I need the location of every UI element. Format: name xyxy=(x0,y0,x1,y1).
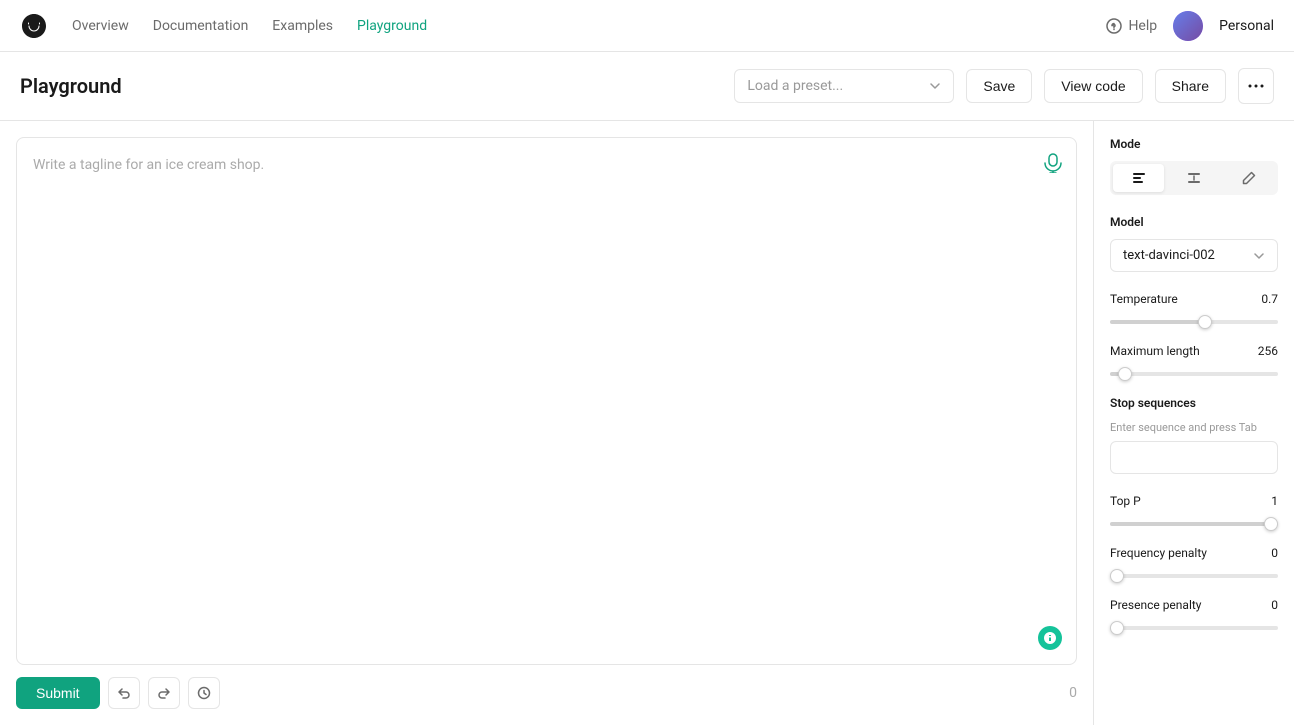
mode-complete-button[interactable] xyxy=(1113,164,1164,192)
stop-sequences-input[interactable] xyxy=(1110,441,1278,474)
frequency-penalty-slider[interactable] xyxy=(1110,574,1278,578)
top-p-value: 1 xyxy=(1271,494,1278,508)
main-content: Write a tagline for an ice cream shop. S… xyxy=(0,121,1294,725)
editor-footer: Submit 0 xyxy=(16,665,1077,709)
preset-placeholder: Load a preset... xyxy=(747,78,843,94)
nav-examples[interactable]: Examples xyxy=(272,18,333,34)
redo-button[interactable] xyxy=(148,677,180,709)
editor-placeholder: Write a tagline for an ice cream shop. xyxy=(33,157,264,173)
mode-label: Mode xyxy=(1110,137,1278,151)
page-title: Playground xyxy=(20,74,722,98)
max-length-label: Maximum length xyxy=(1110,344,1200,358)
stop-sequences-label: Stop sequences xyxy=(1110,396,1278,410)
save-button[interactable]: Save xyxy=(966,69,1032,103)
frequency-penalty-value: 0 xyxy=(1271,546,1278,560)
top-nav: Overview Documentation Examples Playgrou… xyxy=(0,0,1294,52)
mode-insert-button[interactable] xyxy=(1168,164,1219,192)
submit-button[interactable]: Submit xyxy=(16,677,100,709)
page-header: Playground Load a preset... Save View co… xyxy=(0,52,1294,121)
editor-area: Write a tagline for an ice cream shop. S… xyxy=(0,121,1094,725)
model-section: Model text-davinci-002 xyxy=(1110,215,1278,272)
preset-dropdown[interactable]: Load a preset... xyxy=(734,69,954,103)
model-dropdown[interactable]: text-davinci-002 xyxy=(1110,239,1278,272)
help-button[interactable]: Help xyxy=(1106,18,1157,34)
user-avatar[interactable] xyxy=(1173,11,1203,41)
stop-sequences-hint: Enter sequence and press Tab xyxy=(1110,420,1278,435)
nav-overview[interactable]: Overview xyxy=(72,18,129,34)
temperature-value: 0.7 xyxy=(1261,292,1278,306)
nav-playground[interactable]: Playground xyxy=(357,18,427,34)
help-label: Help xyxy=(1128,18,1157,34)
text-editor[interactable]: Write a tagline for an ice cream shop. xyxy=(16,137,1077,665)
frequency-penalty-section: Frequency penalty 0 xyxy=(1110,546,1278,582)
temperature-label: Temperature xyxy=(1110,292,1178,306)
account-label[interactable]: Personal xyxy=(1219,18,1274,34)
sidebar: Mode xyxy=(1094,121,1294,725)
nav-links: Overview Documentation Examples Playgrou… xyxy=(72,18,1082,34)
max-length-slider[interactable] xyxy=(1110,372,1278,376)
char-count: 0 xyxy=(1069,685,1077,701)
grammarly-icon xyxy=(1038,626,1062,650)
top-p-slider[interactable] xyxy=(1110,522,1278,526)
history-button[interactable] xyxy=(188,677,220,709)
share-button[interactable]: Share xyxy=(1155,69,1226,103)
nav-right: Help Personal xyxy=(1106,11,1274,41)
top-p-label: Top P xyxy=(1110,494,1141,508)
temperature-slider[interactable] xyxy=(1110,320,1278,324)
model-value: text-davinci-002 xyxy=(1123,248,1215,263)
top-p-section: Top P 1 xyxy=(1110,494,1278,530)
mode-section: Mode xyxy=(1110,137,1278,195)
more-options-button[interactable] xyxy=(1238,68,1274,104)
presence-penalty-section: Presence penalty 0 xyxy=(1110,598,1278,634)
max-length-section: Maximum length 256 xyxy=(1110,344,1278,380)
view-code-button[interactable]: View code xyxy=(1044,69,1142,103)
presence-penalty-value: 0 xyxy=(1271,598,1278,612)
presence-penalty-label: Presence penalty xyxy=(1110,598,1201,612)
max-length-value: 256 xyxy=(1258,344,1278,358)
model-label: Model xyxy=(1110,215,1278,229)
mode-edit-button[interactable] xyxy=(1224,164,1275,192)
nav-documentation[interactable]: Documentation xyxy=(153,18,249,34)
temperature-section: Temperature 0.7 xyxy=(1110,292,1278,328)
microphone-icon[interactable] xyxy=(1044,152,1062,173)
mode-buttons xyxy=(1110,161,1278,195)
undo-button[interactable] xyxy=(108,677,140,709)
frequency-penalty-label: Frequency penalty xyxy=(1110,546,1207,560)
openai-logo[interactable] xyxy=(20,12,48,40)
presence-penalty-slider[interactable] xyxy=(1110,626,1278,630)
stop-sequences-section: Stop sequences Enter sequence and press … xyxy=(1110,396,1278,474)
